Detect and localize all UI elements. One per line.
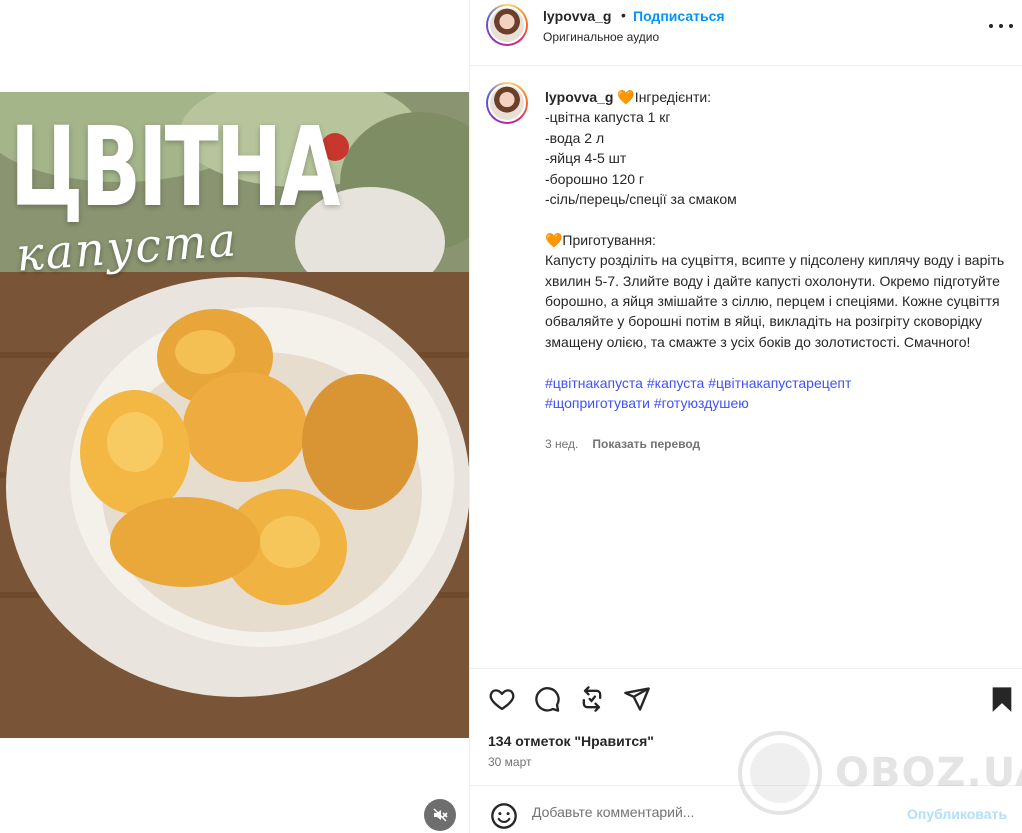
caption-line: [545, 209, 1007, 229]
caption-line: -вода 2 л: [545, 129, 605, 146]
caption-meta: 3 нед. Показать перевод: [545, 437, 700, 451]
more-dot-icon: [1009, 24, 1013, 28]
author-username[interactable]: lypovva_g: [543, 8, 611, 24]
caption-line: -яйця 4-5 шт: [545, 150, 627, 167]
show-translation-button[interactable]: Показать перевод: [592, 437, 700, 451]
share-icon[interactable]: [623, 685, 651, 713]
likes-count[interactable]: 134 отметок "Нравится": [488, 733, 654, 749]
bookmark-icon[interactable]: [988, 685, 1016, 713]
follow-button[interactable]: Подписаться: [633, 8, 725, 24]
caption-avatar[interactable]: [486, 82, 528, 124]
avatar[interactable]: [486, 4, 528, 46]
publish-button[interactable]: Опубликовать: [907, 806, 1007, 822]
caption-paragraph: Капусту розділіть на суцвіття, всипте у …: [545, 252, 1005, 350]
emoji-icon[interactable]: [490, 802, 518, 830]
media-pane: ЦВІТНА капуста: [0, 0, 469, 833]
comment-bar: Опубликовать: [470, 785, 1022, 833]
post-time-ago[interactable]: 3 нед.: [545, 437, 578, 451]
audio-link[interactable]: Оригинальное аудио: [543, 30, 659, 44]
post-photo[interactable]: ЦВІТНА капуста: [0, 92, 469, 738]
caption-username[interactable]: lypovva_g: [545, 89, 613, 105]
speaker-muted-icon: [433, 808, 448, 822]
mute-button[interactable]: [424, 799, 456, 831]
comment-icon[interactable]: [533, 685, 561, 713]
caption-line: lypovva_g 🧡Інгредієнти:: [545, 87, 1007, 107]
repost-icon[interactable]: [578, 685, 606, 713]
more-options-button[interactable]: [989, 18, 1013, 34]
caption-text: lypovva_g 🧡Інгредієнти: -цвітна капуста …: [545, 87, 1007, 413]
hashtags-line[interactable]: #цвітнакапуста #капуста #цвітнакапустаре…: [545, 373, 1007, 393]
more-dot-icon: [989, 24, 993, 28]
caption-line: -борошно 120 г: [545, 170, 645, 187]
caption-section: lypovva_g 🧡Інгредієнти: -цвітна капуста …: [470, 66, 1022, 668]
caption-line: -цвітна капуста 1 кг: [545, 109, 671, 126]
post-header: lypovva_g • Подписаться Оригинальное ауд…: [470, 0, 1022, 66]
caption-line: 🧡Приготування:: [545, 231, 656, 248]
post-side-pane: lypovva_g • Подписаться Оригинальное ауд…: [469, 0, 1022, 833]
heart-icon[interactable]: [488, 685, 516, 713]
post-date[interactable]: 30 март: [488, 755, 532, 769]
caption-line-text: 🧡Інгредієнти:: [617, 89, 712, 105]
caption-line: -сіль/перець/спеції за смаком: [545, 191, 737, 208]
action-bar: [470, 668, 1022, 730]
hashtags-line[interactable]: #щоприготувати #готуюздушею: [545, 393, 1007, 413]
separator-dot: •: [621, 7, 626, 23]
caption-line: [545, 352, 1007, 372]
photo-title-overlay: ЦВІТНА: [10, 103, 341, 231]
comment-input[interactable]: [532, 804, 892, 820]
more-dot-icon: [999, 24, 1003, 28]
